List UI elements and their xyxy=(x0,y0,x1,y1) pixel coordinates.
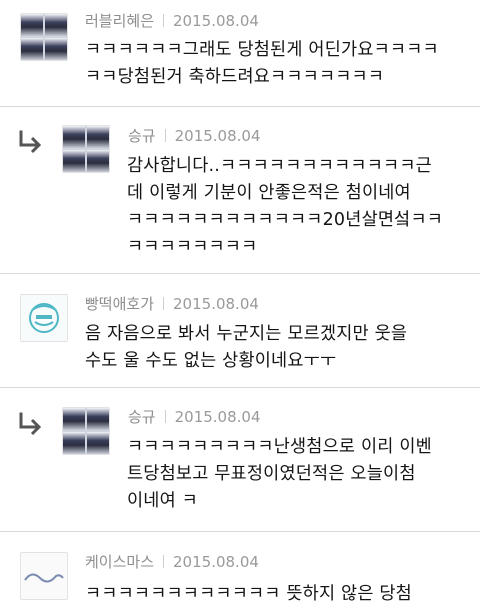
comment-line: 수도 울 수도 없는 상황이네요ㅜㅜ xyxy=(85,351,337,371)
comment-date: 2015.08.04 xyxy=(173,12,259,30)
comment-text: ㅋㅋㅋㅋㅋㅋㅋㅋㅋㅋㅋㅋ 뜻하지 않은 당첨 xyxy=(85,581,412,608)
avatar-logo xyxy=(21,553,67,599)
comment-author[interactable]: 승규 xyxy=(128,408,156,426)
meta-separator xyxy=(163,555,165,568)
comment-text: 음 자음으로 봐서 누군지는 모르겠지만 웃을 수도 울 수도 없는 상황이네요… xyxy=(85,321,407,375)
text-logo-icon xyxy=(24,573,64,583)
avatar[interactable] xyxy=(62,125,110,173)
comment-author[interactable]: 빵떡애호가 xyxy=(85,295,154,313)
meta-separator xyxy=(163,297,165,310)
comment-line: 데 이렇게 기분이 안좋은적은 첨이네여 xyxy=(127,183,411,203)
comment-text: 감사합니다..ㅋㅋㅋㅋㅋㅋㅋㅋㅋㅋㅋㅋ근 데 이렇게 기분이 안좋은적은 첨이네… xyxy=(127,153,443,261)
comment-line: ㅋㅋㅋㅋㅋㅋㅋㅋㅋㅋㅋㅋ 뜻하지 않은 당첨 xyxy=(85,584,412,604)
avatar[interactable] xyxy=(62,407,110,455)
comment-date: 2015.08.04 xyxy=(174,127,261,145)
comment-meta: 승규 2015.08.04 xyxy=(128,406,261,427)
comment-date: 2015.08.04 xyxy=(173,553,259,571)
comment-line: ㅋㅋㅋㅋㅋㅋㅋㅋㅋㅋㅋㅋ20년살면섴ㅋㅋ xyxy=(127,210,444,230)
comment-line: 감사합니다..ㅋㅋㅋㅋㅋㅋㅋㅋㅋㅋㅋㅋ근 xyxy=(127,156,432,176)
comment-meta: 승규 2015.08.04 xyxy=(128,125,261,146)
meta-separator xyxy=(163,14,165,27)
comment-line: 음 자음으로 봐서 누군지는 모르겠지만 웃을 xyxy=(85,324,408,344)
comment-line: ㅋㅋ당첨된거 축하드려요ㅋㅋㅋㅋㅋㅋㅋ xyxy=(85,67,385,87)
comment-date: 2015.08.04 xyxy=(173,295,259,313)
avatar[interactable] xyxy=(20,552,68,600)
badge-logo-icon xyxy=(29,303,59,333)
comment-meta: 케이스마스 2015.08.04 xyxy=(85,551,259,572)
divider xyxy=(0,273,480,274)
comment-line: 이네여 ㅋ xyxy=(127,491,198,511)
divider xyxy=(0,387,480,388)
comment-author[interactable]: 케이스마스 xyxy=(85,553,154,571)
comment-date: 2015.08.04 xyxy=(174,408,261,426)
comment-text: ㅋㅋㅋㅋㅋㅋㅋㅋㅋ난생첨으로 이리 이벤 트당첨보고 무표정이였던적은 오늘이첨… xyxy=(127,434,432,515)
meta-separator xyxy=(164,410,166,423)
comment-line: 트당첨보고 무표정이였던적은 오늘이첨 xyxy=(127,464,416,484)
comment-meta: 빵떡애호가 2015.08.04 xyxy=(85,293,259,314)
divider xyxy=(0,106,480,107)
comment-line: ㅋㅋㅋㅋㅋㅋㅋㅋㅋ난생첨으로 이리 이벤 xyxy=(127,437,432,457)
avatar[interactable] xyxy=(20,13,68,61)
comment-line: ㅋㅋㅋㅋㅋㅋㅋㅋ xyxy=(127,237,258,257)
meta-separator xyxy=(164,129,166,142)
reply-arrow-icon xyxy=(19,130,42,154)
comment-author[interactable]: 승규 xyxy=(128,127,156,145)
comment-text: ㅋㅋㅋㅋㅋㅋ그래도 당첨된게 어딘가요ㅋㅋㅋㅋ ㅋㅋ당첨된거 축하드려요ㅋㅋㅋㅋ… xyxy=(85,37,439,91)
comment-meta: 러블리혜은 2015.08.04 xyxy=(85,10,259,31)
reply-arrow-icon xyxy=(19,412,42,436)
comment-line: ㅋㅋㅋㅋㅋㅋ그래도 당첨된게 어딘가요ㅋㅋㅋㅋ xyxy=(85,40,439,60)
divider xyxy=(0,531,480,532)
comment-author[interactable]: 러블리혜은 xyxy=(85,12,154,30)
avatar[interactable] xyxy=(20,294,68,342)
